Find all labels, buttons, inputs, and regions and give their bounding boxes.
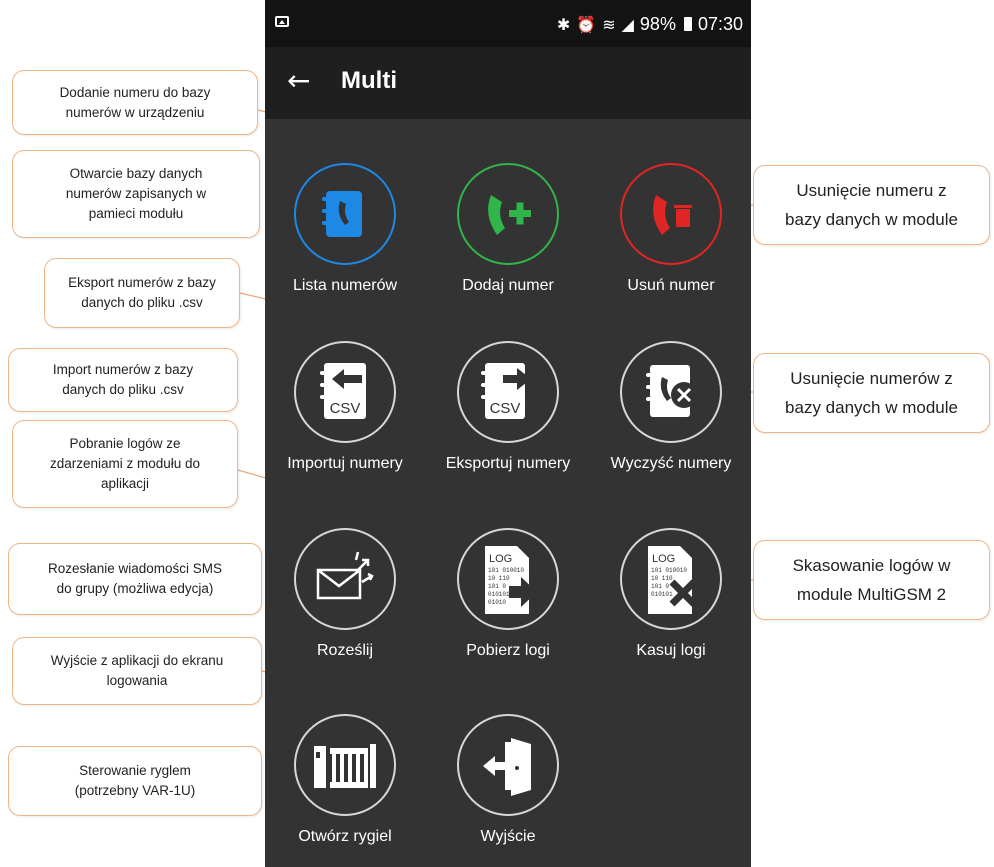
export-csv-icon: CSV bbox=[481, 363, 531, 419]
callout-add-number: Dodanie numeru do bazy numerów w urządze… bbox=[12, 70, 258, 135]
svg-text:CSV: CSV bbox=[330, 400, 361, 417]
export-numbers-button[interactable]: CSV Eksportuj numery bbox=[428, 341, 588, 491]
signal-icon: ◢ bbox=[621, 14, 634, 34]
clear-numbers-button[interactable]: Wyczyść numery bbox=[591, 341, 751, 491]
delete-number-button[interactable]: Usuń numer bbox=[591, 163, 751, 313]
delete-call-icon bbox=[653, 195, 692, 235]
tile-label: Kasuj logi bbox=[636, 642, 706, 659]
phone-screen: ✱ ⏰ ≋ ◢ 98% 07:30 ← Multi Lista numerów bbox=[265, 0, 751, 867]
download-logs-button[interactable]: LOG 101 010010 10 110 101 0 010101 01010… bbox=[428, 528, 588, 678]
clock: 07:30 bbox=[697, 13, 743, 34]
svg-text:101 010010: 101 010010 bbox=[488, 567, 524, 574]
add-call-icon bbox=[488, 195, 531, 235]
callout-exit: Wyjście z aplikacji do ekranu logowania bbox=[12, 637, 262, 705]
list-numbers-button[interactable]: Lista numerów bbox=[265, 163, 425, 313]
phonebook-icon bbox=[322, 191, 362, 237]
svg-text:101 0: 101 0 bbox=[651, 583, 669, 590]
status-icons: ✱ ⏰ ≋ ◢ 98% 07:30 bbox=[557, 12, 743, 36]
tile-label: Wyczyść numery bbox=[610, 455, 732, 472]
clear-numbers-icon bbox=[646, 365, 697, 417]
delete-logs-button[interactable]: LOG 101 010010 10 110 101 0 010101 Kasuj… bbox=[591, 528, 751, 678]
callout-list-numbers: Otwarcie bazy danych numerów zapisanych … bbox=[12, 150, 260, 238]
svg-text:LOG: LOG bbox=[652, 553, 675, 565]
delete-logs-icon: LOG 101 010010 10 110 101 0 010101 bbox=[648, 546, 697, 614]
svg-text:101 0: 101 0 bbox=[488, 583, 506, 590]
svg-text:CSV: CSV bbox=[490, 400, 521, 417]
callout-export: Eksport numerów z bazy danych do pliku .… bbox=[44, 258, 240, 328]
battery-icon bbox=[683, 17, 692, 31]
tile-label: Lista numerów bbox=[292, 277, 398, 294]
gate-icon bbox=[314, 744, 376, 788]
svg-text:01010: 01010 bbox=[488, 599, 506, 606]
import-csv-icon: CSV bbox=[320, 363, 366, 419]
callout-gate: Sterowanie ryglem (potrzebny VAR-1U) bbox=[8, 746, 262, 816]
tile-label: Wyjście bbox=[480, 828, 536, 845]
app-bar: ← Multi bbox=[265, 47, 751, 119]
svg-text:010101: 010101 bbox=[651, 591, 673, 598]
send-sms-button[interactable]: Roześlij bbox=[265, 528, 425, 678]
svg-text:010101: 010101 bbox=[488, 591, 510, 598]
status-bar: ✱ ⏰ ≋ ◢ 98% 07:30 bbox=[265, 0, 751, 47]
send-sms-icon bbox=[316, 551, 374, 600]
tile-label: Importuj numery bbox=[287, 455, 403, 472]
svg-text:101 010010: 101 010010 bbox=[651, 567, 687, 574]
back-arrow-icon[interactable]: ← bbox=[287, 65, 310, 97]
tile-label: Usuń numer bbox=[627, 277, 715, 294]
exit-door-icon bbox=[483, 738, 531, 796]
svg-text:10 110: 10 110 bbox=[651, 575, 673, 582]
wifi-icon: ≋ bbox=[602, 14, 616, 34]
add-number-button[interactable]: Dodaj numer bbox=[428, 163, 588, 313]
battery-percent: 98% bbox=[639, 13, 676, 34]
tile-label: Pobierz logi bbox=[466, 642, 550, 659]
alarm-icon: ⏰ bbox=[576, 14, 597, 34]
download-logs-icon: LOG 101 010010 10 110 101 0 010101 01010 bbox=[485, 546, 537, 614]
image-icon bbox=[275, 16, 289, 27]
callout-download-logs: Pobranie logów ze zdarzeniami z modułu d… bbox=[12, 420, 238, 508]
tile-label: Roześlij bbox=[316, 642, 373, 659]
bluetooth-icon: ✱ bbox=[556, 14, 571, 34]
tile-label: Dodaj numer bbox=[462, 277, 554, 294]
exit-button[interactable]: Wyjście bbox=[428, 714, 588, 864]
callout-delete-logs: Skasowanie logów w module MultiGSM 2 bbox=[753, 540, 990, 620]
callout-clear-numbers: Usunięcie numerów z bazy danych w module bbox=[753, 353, 990, 433]
open-gate-button[interactable]: Otwórz rygiel bbox=[265, 714, 425, 864]
tile-label: Eksportuj numery bbox=[445, 455, 571, 472]
tile-label: Otwórz rygiel bbox=[298, 828, 392, 845]
page-title: Multi bbox=[341, 67, 397, 94]
svg-text:LOG: LOG bbox=[489, 553, 512, 565]
callout-delete-number: Usunięcie numeru z bazy danych w module bbox=[753, 165, 990, 245]
callout-import: Import numerów z bazy danych do pliku .c… bbox=[8, 348, 238, 412]
callout-send-sms: Rozesłanie wiadomości SMS do grupy (możl… bbox=[8, 543, 262, 615]
svg-text:10 110: 10 110 bbox=[488, 575, 510, 582]
import-numbers-button[interactable]: CSV Importuj numery bbox=[265, 341, 425, 491]
